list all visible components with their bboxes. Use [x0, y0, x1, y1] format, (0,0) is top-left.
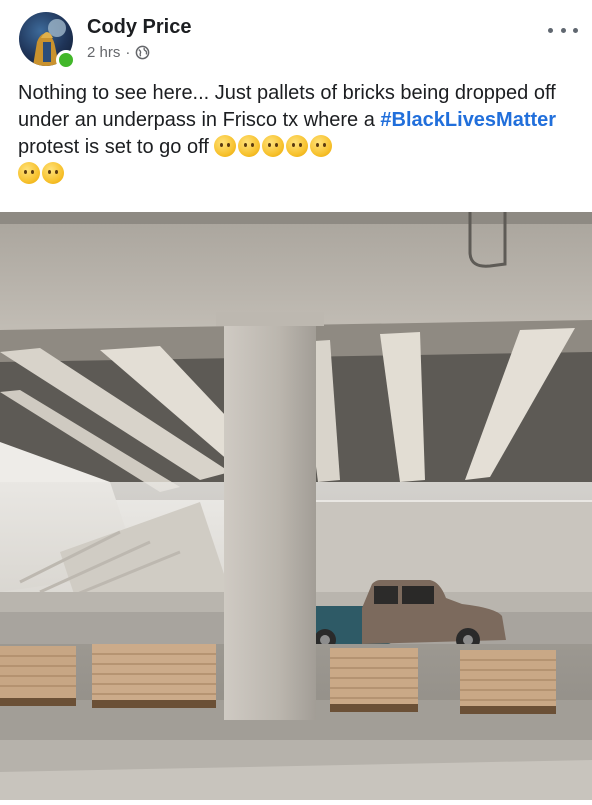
post-body-text: Nothing to see here... Just pallets of b… [18, 80, 578, 188]
hashtag-link[interactable]: #BlackLivesMatter [380, 109, 556, 131]
post-timestamp[interactable]: 2 hrs [87, 44, 120, 61]
globe-icon[interactable] [135, 45, 150, 60]
post-text-outro: protest is set to go off [18, 136, 215, 158]
thinking-face-emoji [18, 162, 40, 184]
meta-separator: · [125, 44, 131, 61]
thinking-face-emoji [262, 135, 285, 157]
concrete-pillar [224, 316, 316, 720]
thinking-face-emoji [310, 135, 333, 157]
thinking-face-emoji [238, 135, 261, 157]
author-name[interactable]: Cody Price [87, 16, 191, 39]
underpass-photo-illustration [0, 212, 592, 800]
more-dots-icon[interactable] [548, 22, 578, 38]
post-meta: 2 hrs · [87, 44, 150, 61]
post-header: Cody Price 2 hrs · [0, 0, 592, 72]
post-photo[interactable] [0, 212, 592, 800]
thinking-face-emoji [286, 135, 309, 157]
thinking-face-emoji [214, 135, 237, 157]
online-status-dot [56, 50, 76, 70]
thinking-face-emoji [42, 162, 64, 184]
